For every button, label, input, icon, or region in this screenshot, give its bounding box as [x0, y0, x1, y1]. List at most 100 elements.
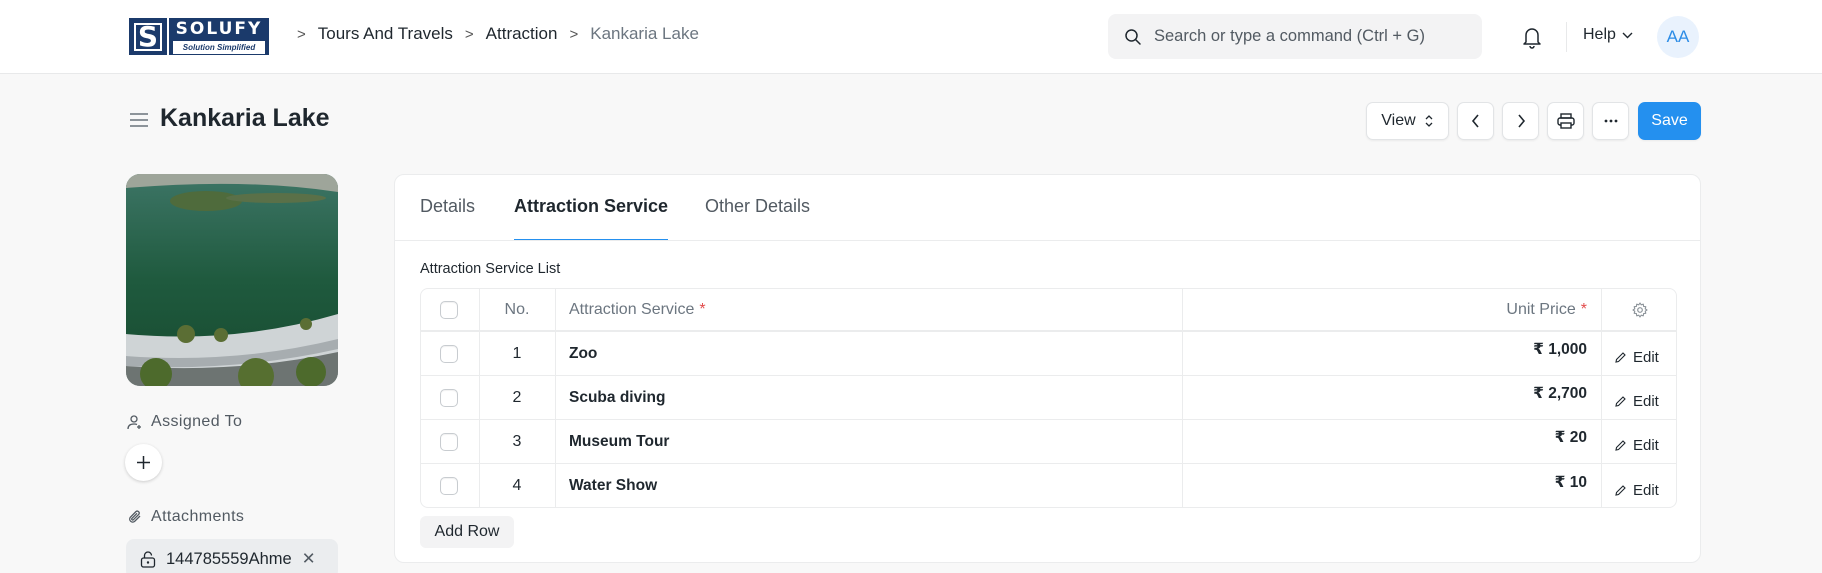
lake-photo [126, 174, 338, 386]
edit-label: Edit [1633, 481, 1659, 499]
attachments-text: Attachments [151, 508, 245, 525]
select-all-checkbox[interactable] [440, 300, 458, 319]
table-row[interactable]: 4 Water Show ₹ 10 Edit [421, 464, 1676, 508]
required-mark: * [1580, 300, 1587, 318]
page-title: Kankaria Lake [160, 104, 330, 132]
search-icon [1125, 28, 1141, 45]
help-dropdown[interactable]: Help [1583, 26, 1633, 44]
user-avatar[interactable]: AA [1657, 16, 1699, 58]
row-edit-button[interactable]: Edit [1614, 468, 1659, 512]
header-service-text: Attraction Service [569, 300, 695, 318]
logo-tagline: Solution Simplified [172, 40, 266, 55]
row-edit-button[interactable]: Edit [1614, 336, 1659, 379]
chevron-right-icon: > [297, 25, 306, 43]
row-checkbox[interactable] [440, 344, 458, 363]
add-row-button[interactable]: Add Row [420, 516, 514, 548]
attraction-image[interactable] [126, 174, 338, 386]
more-actions-button[interactable] [1592, 102, 1629, 140]
search-placeholder: Search or type a command (Ctrl + G) [1154, 27, 1425, 45]
form-tabs: Details Attraction Service Other Details [395, 175, 1700, 241]
row-service[interactable]: Water Show [569, 464, 657, 508]
edit-label: Edit [1633, 349, 1659, 366]
tab-details[interactable]: Details [420, 196, 475, 240]
more-horizontal-icon [1604, 119, 1617, 123]
pencil-icon [1615, 440, 1626, 451]
notification-bell-icon[interactable] [1520, 24, 1544, 50]
row-checkbox[interactable] [440, 477, 458, 495]
header-unit-price: Unit Price * [1182, 289, 1587, 330]
table-row[interactable]: 2 Scuba diving ₹ 2,700 Edit [421, 376, 1676, 420]
row-unit-price[interactable]: ₹ 2,700 [1182, 372, 1587, 415]
row-number: 4 [512, 477, 522, 494]
help-label: Help [1583, 26, 1616, 43]
breadcrumb-tours-and-travels[interactable]: Tours And Travels [318, 24, 453, 44]
navbar-divider [1566, 22, 1567, 52]
assigned-to-text: Assigned To [151, 413, 243, 430]
view-dropdown-button[interactable]: View [1366, 102, 1449, 140]
header-price-text: Unit Price [1506, 300, 1576, 318]
row-select-cell [440, 332, 458, 375]
chevron-right-icon [1517, 114, 1525, 128]
app-logo[interactable]: S SOLUFY Solution Simplified [129, 18, 269, 55]
pencil-icon [1615, 484, 1626, 496]
edit-label: Edit [1633, 393, 1659, 410]
header-no: No. [504, 300, 530, 318]
add-assignee-button[interactable] [125, 444, 162, 481]
previous-record-button[interactable] [1457, 102, 1494, 140]
logo-text: SOLUFY Solution Simplified [169, 18, 269, 55]
form-card: Details Attraction Service Other Details… [394, 174, 1701, 563]
table-header-row: No. Attraction Service * Unit Price * [421, 289, 1676, 332]
tab-attraction-service[interactable]: Attraction Service [514, 196, 669, 240]
row-unit-price[interactable]: ₹ 20 [1182, 416, 1587, 459]
select-all-cell [440, 289, 458, 330]
breadcrumb-attraction[interactable]: Attraction [486, 24, 558, 44]
sort-updown-icon [1425, 115, 1433, 127]
chevron-left-icon [1471, 114, 1479, 128]
row-edit-button[interactable]: Edit [1614, 424, 1659, 467]
search-input[interactable]: Search or type a command (Ctrl + G) [1108, 14, 1482, 59]
print-button[interactable] [1547, 102, 1584, 140]
required-mark: * [699, 300, 706, 318]
row-edit-button[interactable]: Edit [1614, 380, 1659, 423]
section-label: Attraction Service List [420, 261, 561, 277]
chevron-down-icon [1622, 32, 1633, 38]
attachments-label: Attachments [127, 508, 244, 526]
row-service[interactable]: Museum Tour [569, 420, 669, 463]
tab-other-details[interactable]: Other Details [705, 196, 810, 240]
table-row[interactable]: 1 Zoo ₹ 1,000 Edit [421, 332, 1676, 376]
logo-mark: S [129, 18, 167, 55]
printer-icon [1556, 113, 1575, 129]
column-settings-cell [1601, 289, 1678, 330]
remove-attachment-icon[interactable]: ✕ [302, 549, 316, 569]
row-service[interactable]: Zoo [569, 332, 597, 375]
row-select-cell [440, 464, 458, 508]
next-record-button[interactable] [1502, 102, 1539, 140]
table-row[interactable]: 3 Museum Tour ₹ 20 Edit [421, 420, 1676, 464]
logo-mark-letter: S [134, 22, 162, 51]
gear-icon[interactable] [1631, 301, 1648, 318]
row-service[interactable]: Scuba diving [569, 376, 665, 419]
row-number: 3 [512, 432, 522, 450]
pencil-icon [1615, 352, 1626, 363]
attachment-filename[interactable]: 144785559Ahme [166, 550, 292, 569]
breadcrumb-current[interactable]: Kankaria Lake [590, 24, 699, 44]
attachment-item[interactable]: 144785559Ahme ✕ [126, 539, 338, 573]
sidebar-toggle-icon[interactable] [129, 112, 149, 128]
row-number: 1 [512, 344, 522, 362]
pencil-icon [1615, 396, 1626, 407]
row-select-cell [440, 376, 458, 419]
header-attraction-service: Attraction Service * [569, 289, 706, 330]
logo-main-text: SOLUFY [175, 19, 263, 39]
row-unit-price[interactable]: ₹ 10 [1182, 460, 1587, 504]
save-button[interactable]: Save [1638, 102, 1701, 140]
row-unit-price[interactable]: ₹ 1,000 [1182, 328, 1587, 371]
unlock-icon [140, 550, 156, 568]
edit-label: Edit [1633, 437, 1659, 454]
plus-icon [137, 456, 150, 469]
row-checkbox[interactable] [440, 388, 458, 407]
row-checkbox[interactable] [440, 432, 458, 451]
attraction-service-table: No. Attraction Service * Unit Price * 1 Zo… [420, 288, 1677, 508]
navbar: S SOLUFY Solution Simplified > Tours And… [0, 0, 1822, 74]
assigned-to-label: Assigned To [127, 413, 242, 431]
chevron-right-icon: > [464, 25, 474, 43]
